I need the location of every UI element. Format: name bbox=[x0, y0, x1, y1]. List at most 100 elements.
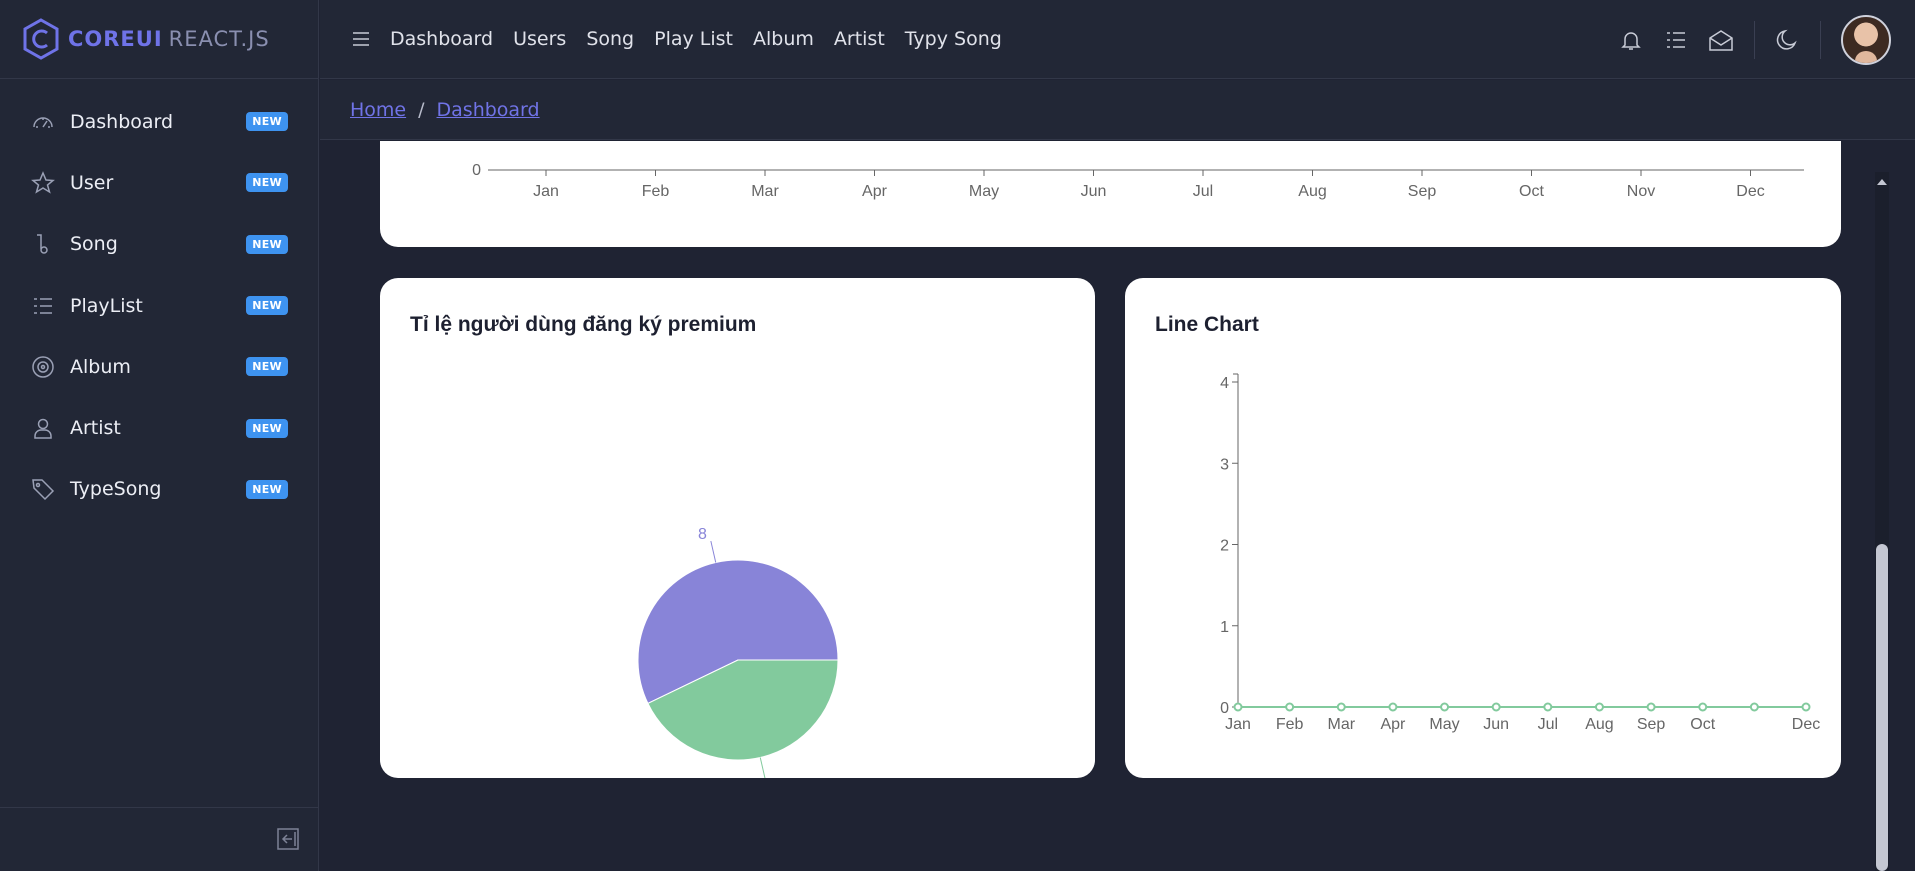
brand-text: COREUI REACT.JS bbox=[68, 27, 270, 51]
topnav-album[interactable]: Album bbox=[753, 28, 814, 50]
x-tick-label: Oct bbox=[1519, 183, 1544, 200]
x-tick-label: Feb bbox=[1276, 716, 1304, 733]
main-content: 0 Jan Feb Mar Apr May Jun Jul Aug Sep Oct Nov Dec T… bbox=[320, 141, 1915, 871]
new-badge: NEW bbox=[246, 357, 288, 377]
menu-toggle-button[interactable] bbox=[350, 28, 372, 50]
messages-button[interactable] bbox=[1708, 27, 1734, 53]
star-icon bbox=[30, 170, 56, 196]
y-tick-label: 2 bbox=[1220, 538, 1229, 555]
triangle-up-icon bbox=[1877, 179, 1887, 185]
speedometer-icon bbox=[30, 109, 56, 135]
header-actions bbox=[1599, 0, 1891, 79]
sidebar-item-label: Dashboard bbox=[70, 110, 174, 133]
line-chart-card: Line Chart 0 1 2 3 4 Jan Feb Mar Apr May Jun Jul Aug… bbox=[1125, 278, 1841, 778]
line-point[interactable] bbox=[1233, 702, 1243, 712]
y-tick-label: 0 bbox=[472, 162, 481, 179]
breadcrumb-dashboard[interactable]: Dashboard bbox=[437, 99, 540, 121]
x-tick-label: May bbox=[969, 183, 999, 200]
user-icon bbox=[30, 415, 56, 441]
x-tick-label: Mar bbox=[1327, 716, 1355, 733]
page-scrollbar[interactable] bbox=[1875, 172, 1889, 871]
tag-icon bbox=[30, 476, 56, 502]
topnav-artist[interactable]: Artist bbox=[834, 28, 885, 50]
sidebar-item-album[interactable]: Album NEW bbox=[0, 336, 318, 397]
sidebar-item-playlist[interactable]: PlayList NEW bbox=[0, 275, 318, 336]
sidebar-item-artist[interactable]: Artist NEW bbox=[0, 397, 318, 458]
breadcrumb-separator: / bbox=[418, 98, 425, 121]
line-point[interactable] bbox=[1801, 702, 1811, 712]
topnav-users[interactable]: Users bbox=[513, 28, 566, 50]
x-tick-label: Apr bbox=[1380, 716, 1406, 733]
notifications-button[interactable] bbox=[1618, 27, 1644, 53]
list-icon bbox=[30, 293, 56, 319]
sidebar-item-dashboard[interactable]: Dashboard NEW bbox=[0, 91, 318, 152]
x-tick-label: Sep bbox=[1408, 183, 1437, 200]
collapse-icon bbox=[277, 828, 299, 850]
topnav-typesong[interactable]: Typy Song bbox=[905, 28, 1002, 50]
line-chart: 0 1 2 3 4 Jan Feb Mar Apr May Jun Jul Aug Sep Oct Dec bbox=[1220, 373, 1820, 733]
x-tick-label: May bbox=[1429, 716, 1459, 733]
scroll-thumb[interactable] bbox=[1876, 544, 1888, 871]
sidebar-item-label: Album bbox=[70, 355, 131, 378]
premium-ratio-card: Tỉ lệ người dùng đăng ký premium 86 bbox=[380, 278, 1095, 778]
premium-pie-chart: 86 bbox=[637, 526, 839, 778]
scroll-up-button[interactable] bbox=[1875, 172, 1889, 190]
line-point[interactable] bbox=[1698, 702, 1708, 712]
sidebar: COREUI REACT.JS Dashboard NEW User NEW So… bbox=[0, 0, 319, 871]
sidebar-item-label: User bbox=[70, 171, 114, 194]
coreui-logo-icon bbox=[23, 18, 59, 60]
pie-value-label: 8 bbox=[698, 526, 707, 543]
line-point[interactable] bbox=[1388, 702, 1398, 712]
new-badge: NEW bbox=[246, 173, 288, 193]
line-point[interactable] bbox=[1285, 702, 1295, 712]
x-axis-ticks: Jan Feb Mar Apr May Jun Jul Aug Sep Oct Nov Dec bbox=[533, 170, 1765, 200]
x-tick-label: Jan bbox=[533, 183, 559, 200]
line-point[interactable] bbox=[1749, 702, 1759, 712]
monthly-chart-card: 0 Jan Feb Mar Apr May Jun Jul Aug Sep Oct Nov Dec bbox=[380, 141, 1841, 247]
x-tick-label: Jun bbox=[1483, 716, 1509, 733]
topnav-dashboard[interactable]: Dashboard bbox=[390, 28, 493, 50]
top-header: Dashboard Users Song Play List Album Art… bbox=[320, 0, 1915, 79]
bell-icon bbox=[1621, 31, 1641, 50]
breadcrumb: Home / Dashboard bbox=[320, 80, 1915, 140]
list-rich-icon bbox=[1667, 31, 1685, 48]
header-divider bbox=[1820, 20, 1821, 59]
x-tick-label: Jul bbox=[1538, 716, 1558, 733]
new-badge: NEW bbox=[246, 479, 288, 499]
line-point[interactable] bbox=[1440, 702, 1450, 712]
sidebar-item-label: Song bbox=[70, 233, 118, 256]
y-tick-label: 0 bbox=[1220, 700, 1229, 717]
topnav-playlist[interactable]: Play List bbox=[654, 28, 733, 50]
sidebar-item-song[interactable]: Song NEW bbox=[0, 214, 318, 275]
line-point[interactable] bbox=[1594, 702, 1604, 712]
tasks-button[interactable] bbox=[1663, 27, 1689, 53]
sidebar-item-typesong[interactable]: TypeSong NEW bbox=[0, 459, 318, 520]
sidebar-collapse-button[interactable] bbox=[277, 828, 299, 850]
user-avatar[interactable] bbox=[1841, 14, 1891, 65]
sidebar-item-user[interactable]: User NEW bbox=[0, 152, 318, 213]
x-tick-label: Apr bbox=[862, 183, 888, 200]
brand-core: COREUI bbox=[68, 27, 163, 51]
brand-react: REACT.JS bbox=[168, 27, 270, 51]
x-tick-label: Oct bbox=[1690, 716, 1715, 733]
envelope-open-icon bbox=[1709, 29, 1733, 51]
x-tick-label: Aug bbox=[1585, 716, 1613, 733]
x-tick-label: Aug bbox=[1298, 183, 1326, 200]
theme-toggle-button[interactable] bbox=[1774, 27, 1800, 53]
topnav-song[interactable]: Song bbox=[586, 28, 634, 50]
breadcrumb-home[interactable]: Home bbox=[350, 99, 406, 121]
y-tick-label: 4 bbox=[1220, 375, 1229, 392]
x-tick-label: Jan bbox=[1225, 716, 1251, 733]
line-point[interactable] bbox=[1646, 702, 1656, 712]
new-badge: NEW bbox=[246, 296, 288, 316]
line-point[interactable] bbox=[1543, 702, 1553, 712]
sidebar-item-label: PlayList bbox=[70, 294, 143, 317]
pie-label-line bbox=[759, 757, 766, 778]
monthly-chart: 0 Jan Feb Mar Apr May Jun Jul Aug Sep Oct Nov Dec bbox=[472, 162, 1804, 200]
hamburger-icon bbox=[353, 32, 369, 46]
line-point[interactable] bbox=[1336, 702, 1346, 712]
x-tick-label: Mar bbox=[751, 183, 779, 200]
line-point[interactable] bbox=[1491, 702, 1501, 712]
brand-logo[interactable]: COREUI REACT.JS bbox=[0, 0, 318, 79]
x-tick-label: Dec bbox=[1736, 183, 1764, 200]
